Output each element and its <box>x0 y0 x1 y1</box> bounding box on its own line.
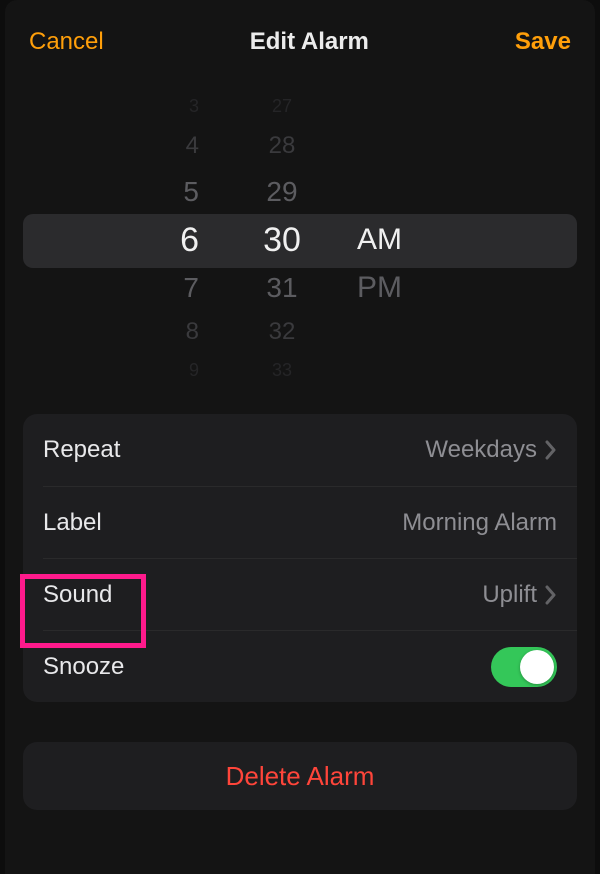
page-title: Edit Alarm <box>250 28 369 56</box>
snooze-toggle[interactable] <box>491 647 557 687</box>
snooze-label: Snooze <box>43 653 124 681</box>
hour-option-selected[interactable]: 6 <box>5 216 227 264</box>
minute-option[interactable]: 29 <box>227 168 337 216</box>
hour-option[interactable]: 9 <box>5 346 227 394</box>
hour-option[interactable]: 5 <box>5 168 227 216</box>
hour-option[interactable]: 7 <box>5 264 227 312</box>
toggle-knob <box>520 650 554 684</box>
minute-option[interactable]: 33 <box>227 346 337 394</box>
snooze-row: Snooze <box>43 630 577 702</box>
hour-option[interactable]: 4 <box>5 122 227 170</box>
cancel-button[interactable]: Cancel <box>29 28 104 56</box>
repeat-label: Repeat <box>43 436 120 464</box>
hour-picker-column[interactable]: 3 4 5 6 7 8 9 <box>5 84 227 394</box>
chevron-right-icon <box>545 440 557 460</box>
minute-picker-column[interactable]: 27 28 29 30 31 32 33 <box>227 84 337 394</box>
sound-row[interactable]: Sound Uplift <box>43 558 577 630</box>
label-label: Label <box>43 509 102 537</box>
ampm-picker-column[interactable]: AM PM <box>337 84 595 394</box>
sound-label: Sound <box>43 581 112 609</box>
modal-header: Cancel Edit Alarm Save <box>5 0 595 74</box>
ampm-option-selected[interactable]: AM <box>337 216 595 264</box>
label-row[interactable]: Label Morning Alarm <box>43 486 577 558</box>
label-value: Morning Alarm <box>402 509 557 537</box>
minute-option-selected[interactable]: 30 <box>227 216 337 264</box>
alarm-settings-group: Repeat Weekdays Label Morning Alarm Soun… <box>23 414 577 702</box>
sound-value: Uplift <box>482 581 537 609</box>
save-button[interactable]: Save <box>515 28 571 56</box>
chevron-right-icon <box>545 585 557 605</box>
delete-alarm-label: Delete Alarm <box>226 761 375 792</box>
minute-option[interactable]: 31 <box>227 264 337 312</box>
repeat-value: Weekdays <box>425 436 537 464</box>
delete-alarm-button[interactable]: Delete Alarm <box>23 742 577 810</box>
ampm-option[interactable]: PM <box>337 264 595 312</box>
repeat-row[interactable]: Repeat Weekdays <box>23 414 577 486</box>
minute-option[interactable]: 28 <box>227 122 337 170</box>
time-picker[interactable]: 3 4 5 6 7 8 9 27 28 29 30 31 32 33 AM PM <box>5 84 595 394</box>
